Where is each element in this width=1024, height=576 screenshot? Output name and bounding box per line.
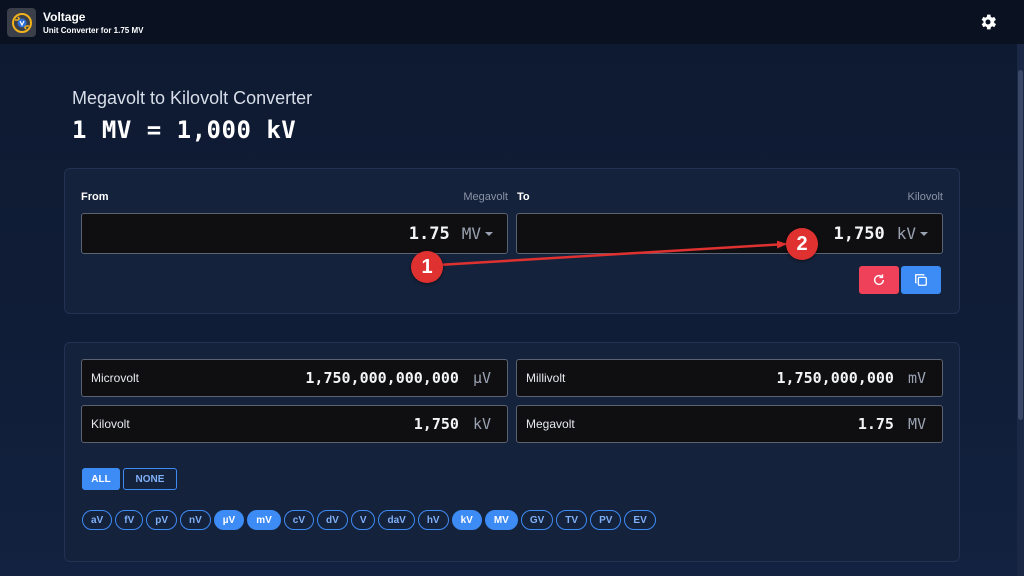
unit-chip-16[interactable]: EV — [624, 510, 656, 530]
result-value: 1,750,000,000 — [776, 369, 894, 387]
reset-button[interactable] — [859, 266, 899, 294]
to-unit-select[interactable]: kV — [897, 224, 928, 243]
annotation-badge-1: 1 — [411, 251, 443, 283]
to-unit-label: kV — [896, 224, 916, 243]
unit-chip-10[interactable]: hV — [417, 510, 449, 530]
chevron-down-icon — [920, 231, 928, 236]
unit-chip-0[interactable]: aV — [82, 510, 113, 530]
to-value-input[interactable]: 1,750 kV — [516, 213, 943, 254]
unit-chip-11[interactable]: kV — [451, 510, 482, 530]
unit-chip-9[interactable]: daV — [378, 510, 415, 530]
unit-chip-7[interactable]: dV — [317, 510, 348, 530]
voltage-logo-icon — [7, 8, 36, 37]
select-none-button[interactable]: NONE — [123, 468, 177, 490]
app-header: Voltage Unit Converter for 1.75 MV — [0, 0, 1024, 44]
page-title: Megavolt to Kilovolt Converter — [72, 88, 313, 108]
result-unit-symbol: mV — [907, 369, 926, 387]
result-unit-name: Megavolt — [526, 417, 575, 431]
copy-button[interactable] — [901, 266, 941, 294]
result-value: 1,750 — [413, 415, 459, 433]
scrollbar-thumb[interactable] — [1018, 70, 1023, 420]
select-all-button[interactable]: ALL — [82, 468, 120, 490]
annotation-badge-2: 2 — [786, 228, 818, 260]
result-row-megavolt[interactable]: Megavolt 1.75 MV — [516, 405, 943, 443]
to-value: 1,750 — [833, 223, 885, 244]
from-value: 1.75 — [408, 223, 450, 244]
unit-chip-8[interactable]: V — [350, 510, 376, 530]
unit-chip-4[interactable]: µV — [213, 510, 245, 530]
from-unit-select[interactable]: MV — [462, 224, 493, 243]
result-unit-name: Millivolt — [526, 371, 566, 385]
result-row-kilovolt[interactable]: Kilovolt 1,750 kV — [81, 405, 508, 443]
result-row-millivolt[interactable]: Millivolt 1,750,000,000 mV — [516, 359, 943, 397]
unit-chip-12[interactable]: MV — [484, 510, 518, 530]
unit-chip-15[interactable]: PV — [590, 510, 622, 530]
chevron-down-icon — [485, 231, 493, 236]
unit-chip-list: aV fV pV nV µV mV cV dV VdaV hV kV MV GV TV PV EV — [82, 510, 659, 530]
result-unit-name: Kilovolt — [91, 417, 130, 431]
app-subtitle: Unit Converter for 1.75 MV — [43, 26, 144, 35]
to-unit-name: Kilovolt — [907, 191, 943, 203]
from-unit-label: MV — [461, 224, 481, 243]
from-unit-name: Megavolt — [463, 191, 508, 203]
result-unit-symbol: kV — [472, 415, 491, 433]
refresh-icon — [873, 274, 885, 286]
unit-chip-13[interactable]: GV — [520, 510, 554, 530]
unit-chip-1[interactable]: fV — [115, 510, 144, 530]
result-unit-symbol: MV — [907, 415, 926, 433]
result-row-microvolt[interactable]: Microvolt 1,750,000,000,000 µV — [81, 359, 508, 397]
gear-icon[interactable] — [977, 11, 999, 33]
unit-chip-6[interactable]: cV — [283, 510, 315, 530]
to-label: To — [517, 191, 530, 203]
unit-chip-14[interactable]: TV — [556, 510, 588, 530]
from-label: From — [81, 191, 109, 203]
conversion-formula: 1 MV = 1,000 kV — [72, 116, 297, 144]
result-value: 1.75 — [857, 415, 894, 433]
result-unit-name: Microvolt — [91, 371, 140, 385]
result-unit-symbol: µV — [472, 369, 491, 387]
unit-chip-5[interactable]: mV — [247, 510, 281, 530]
app-title: Voltage — [43, 10, 86, 24]
unit-chip-3[interactable]: nV — [180, 510, 211, 530]
result-value: 1,750,000,000,000 — [305, 369, 459, 387]
from-value-input[interactable]: 1.75 MV — [81, 213, 508, 254]
unit-chip-2[interactable]: pV — [146, 510, 178, 530]
copy-icon — [915, 274, 927, 286]
